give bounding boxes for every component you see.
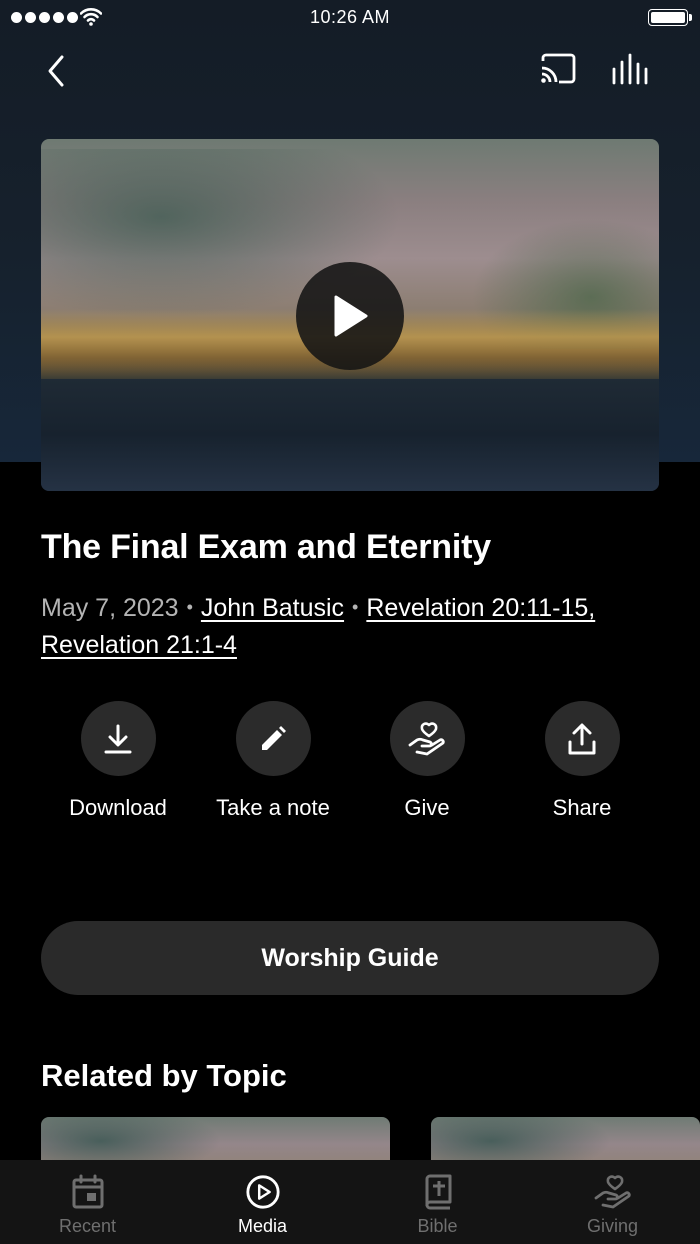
battery-icon [648, 9, 692, 26]
bible-icon [425, 1174, 451, 1210]
download-icon [104, 724, 132, 753]
share-label: Share [552, 795, 612, 820]
pencil-icon [262, 725, 286, 750]
download-label: Download [69, 795, 167, 820]
hand-heart-icon [594, 1175, 631, 1209]
hand-heart-icon [408, 721, 445, 755]
equalizer-icon [612, 53, 648, 85]
download-button[interactable] [80, 701, 156, 776]
cast-icon [541, 53, 576, 84]
share-action[interactable]: Share [502, 701, 662, 821]
video-meta: May 7, 2023 • John Batusic • Revelation 20:1… [41, 589, 671, 664]
tab-media-label: Media [237, 1216, 288, 1236]
cast-button[interactable] [538, 52, 584, 92]
play-icon [334, 295, 368, 337]
tab-bible[interactable]: Bible [350, 1160, 525, 1244]
speaker-link[interactable]: John Batusic [201, 594, 344, 622]
tab-bible-label: Bible [417, 1216, 458, 1236]
tab-recent[interactable]: Recent [0, 1160, 175, 1244]
tab-recent-label: Recent [58, 1216, 117, 1236]
tab-giving-label: Giving [586, 1216, 639, 1236]
tab-media[interactable]: Media [175, 1160, 350, 1244]
video-thumbnail[interactable] [41, 139, 659, 491]
related-section-title: Related by Topic [41, 1058, 287, 1093]
video-title: The Final Exam and Eternity [41, 528, 491, 566]
take-note-label: Take a note [216, 795, 330, 820]
calendar-icon [72, 1174, 103, 1209]
scripture-link[interactable]: Revelation 20:11-15, [366, 594, 595, 622]
play-button[interactable] [296, 262, 404, 370]
tab-bar: Recent Media Bible Giving [0, 1160, 700, 1244]
take-note-button[interactable] [235, 701, 311, 776]
play-circle-icon [245, 1175, 280, 1209]
separator-dot: • [186, 597, 193, 617]
take-note-action[interactable]: Take a note [193, 701, 353, 821]
share-icon [568, 723, 596, 754]
separator-dot: • [352, 597, 359, 617]
share-button[interactable] [544, 701, 620, 776]
chevron-left-icon [48, 55, 64, 87]
scripture-link[interactable]: Revelation 21:1-4 [41, 631, 237, 659]
give-button[interactable] [389, 701, 465, 776]
status-bar: 10:26 AM [0, 0, 700, 36]
tab-giving[interactable]: Giving [525, 1160, 700, 1244]
back-button[interactable] [36, 50, 76, 92]
give-label: Give [404, 795, 450, 820]
give-action[interactable]: Give [347, 701, 507, 821]
status-time: 10:26 AM [309, 7, 391, 27]
video-date: May 7, 2023 [41, 594, 179, 622]
hero-ground [41, 379, 659, 491]
audio-button[interactable] [610, 52, 660, 92]
worship-guide-button[interactable]: Worship Guide [41, 921, 659, 995]
download-action[interactable]: Download [38, 701, 198, 821]
